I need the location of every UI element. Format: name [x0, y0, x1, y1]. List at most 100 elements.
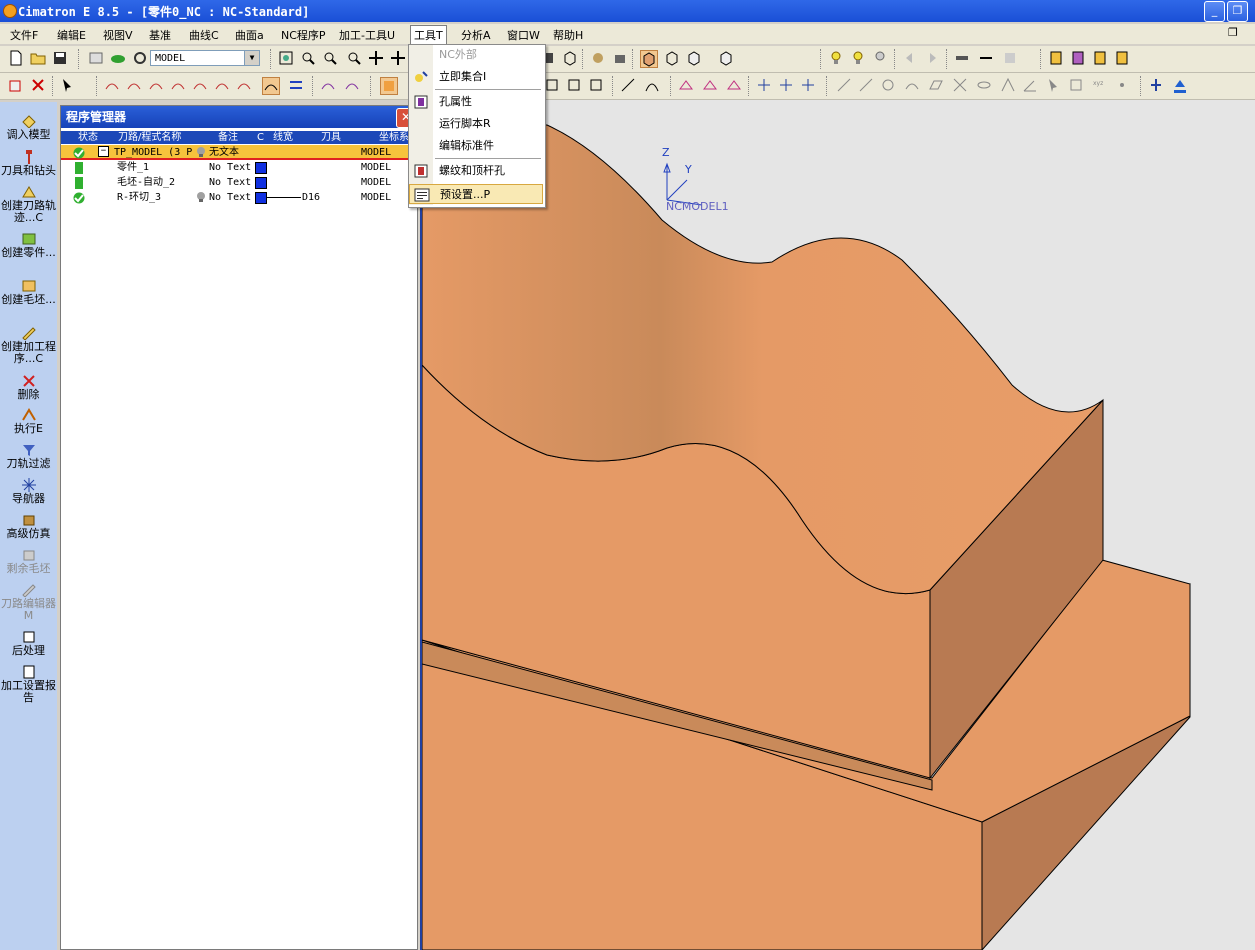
forward-arrow-icon[interactable] [924, 50, 940, 66]
nc-tool-icon[interactable] [380, 77, 398, 95]
tool-4-icon[interactable] [1114, 50, 1130, 66]
column-note[interactable]: 备注 [218, 131, 238, 144]
point-tool-icon[interactable] [1114, 77, 1130, 93]
table-row[interactable]: R-环切_3 No Text D16 MODEL [61, 190, 417, 205]
pan-icon[interactable] [368, 50, 384, 66]
shade-icon[interactable] [612, 50, 628, 66]
sidebar-item-post-process[interactable]: 后处理 [0, 630, 57, 657]
axis-tool-1-icon[interactable] [756, 77, 772, 93]
restore-button[interactable]: ❐ [1227, 1, 1248, 22]
tool-2-icon[interactable] [1070, 50, 1086, 66]
frame-tool-icon[interactable] [1068, 77, 1084, 93]
collapse-toggle[interactable]: − [98, 146, 109, 157]
menu-tools[interactable]: 工具T [410, 25, 447, 45]
solid-tool-1-icon[interactable] [678, 77, 694, 93]
op-tool-1-icon[interactable] [544, 77, 560, 93]
minimize-button[interactable]: _ [1204, 1, 1225, 22]
chevron-down-icon[interactable]: ▼ [244, 51, 259, 65]
menu-file[interactable]: 文件F [10, 27, 38, 43]
light-bulb-on-icon[interactable] [850, 50, 866, 66]
table-row[interactable]: 零件_1 No Text MODEL [61, 160, 417, 175]
op-tool-2-icon[interactable] [566, 77, 582, 93]
sidebar-item-execute[interactable]: 执行E [0, 408, 57, 435]
select-icon[interactable] [60, 77, 76, 93]
color-fill-icon[interactable] [1172, 77, 1188, 93]
table-row[interactable]: − TP_MODEL (3 P 无文本 MODEL [61, 145, 417, 160]
menu-edit[interactable]: 编辑E [57, 27, 86, 43]
swap-icon[interactable] [288, 77, 304, 93]
table-row[interactable]: 毛坯-自动_2 No Text MODEL [61, 175, 417, 190]
color-swatch[interactable] [255, 192, 267, 204]
sidebar-item-navigator[interactable]: 导航器 [0, 478, 57, 505]
curve-tool-6-icon[interactable] [214, 77, 230, 93]
sidebar-item-setup-report[interactable]: 加工设置报告 [0, 665, 57, 704]
highlight-tool-icon[interactable] [262, 77, 280, 95]
menu-view[interactable]: 视图V [103, 27, 133, 43]
layer-icon[interactable] [110, 50, 126, 66]
model-settings-icon[interactable] [132, 50, 148, 66]
view-direction-icon[interactable] [718, 50, 734, 66]
split-tool-icon[interactable] [1148, 77, 1164, 93]
column-c[interactable]: C [257, 131, 264, 144]
sidebar-item-create-procedure[interactable]: 创建加工程序...C [0, 326, 57, 365]
sidebar-item-load-model[interactable]: 调入模型 [0, 114, 57, 141]
zoom-fit-icon[interactable] [278, 50, 294, 66]
surface-tool-2-icon[interactable] [344, 77, 360, 93]
column-coordinate[interactable]: 坐标系 [379, 131, 409, 144]
settings-icon[interactable] [1002, 50, 1018, 66]
menu-item-run-script[interactable]: 运行脚本R [409, 114, 543, 134]
color-swatch[interactable] [255, 177, 267, 189]
curve-tool-2-icon[interactable] [126, 77, 142, 93]
rotate-icon[interactable] [390, 50, 406, 66]
dimension-icon[interactable] [978, 50, 994, 66]
solid-tool-2-icon[interactable] [702, 77, 718, 93]
render-icon[interactable] [590, 50, 606, 66]
menu-help[interactable]: 帮助H [553, 27, 583, 43]
curve-tool-7-icon[interactable] [236, 77, 252, 93]
curve-tool-5-icon[interactable] [192, 77, 208, 93]
arc-tool-icon[interactable] [904, 77, 920, 93]
back-arrow-icon[interactable] [902, 50, 918, 66]
shaded-mode-icon[interactable] [640, 50, 658, 68]
sidebar-item-tools-drills[interactable]: 刀具和钻头 [0, 150, 57, 177]
menu-analysis[interactable]: 分析A [461, 27, 491, 43]
menu-item-preferences[interactable]: 预设置...P [409, 184, 543, 204]
zoom-icon[interactable] [346, 50, 362, 66]
axis-tool-2-icon[interactable] [778, 77, 794, 93]
zoom-dynamic-icon[interactable] [322, 50, 338, 66]
column-name[interactable]: 刀路/程式名称 [118, 131, 181, 144]
cube-view-icon[interactable] [562, 50, 578, 66]
mdi-restore-icon[interactable]: ❐ [1228, 26, 1238, 39]
menu-item-edit-standard-part[interactable]: 编辑标准件 [409, 136, 543, 156]
surface-tool-1-icon[interactable] [320, 77, 336, 93]
plane-tool-icon[interactable] [928, 77, 944, 93]
menu-window[interactable]: 窗口W [507, 27, 540, 43]
menu-curve[interactable]: 曲线C [189, 27, 219, 43]
graphics-viewport[interactable]: Z Y NCMODEL1 [420, 100, 1255, 950]
tool-1-icon[interactable] [1048, 50, 1064, 66]
light-bulb-icon[interactable] [828, 50, 844, 66]
pointer-tool-icon[interactable] [1046, 77, 1062, 93]
menu-nc-program[interactable]: NC程序P [281, 27, 326, 43]
column-linewidth[interactable]: 线宽 [273, 131, 293, 144]
sidebar-item-create-toolpath[interactable]: 创建刀路轨迹...C [0, 185, 57, 224]
hidden-line-icon[interactable] [686, 50, 702, 66]
menu-item-hole-properties[interactable]: 孔属性 [409, 92, 543, 112]
solid-tool-3-icon[interactable] [726, 77, 742, 93]
light-bulb-query-icon[interactable] [872, 50, 888, 66]
column-tool[interactable]: 刀具 [321, 131, 341, 144]
measure-icon[interactable] [954, 50, 970, 66]
cancel-icon[interactable] [30, 77, 46, 93]
op-tool-3-icon[interactable] [588, 77, 604, 93]
sidebar-item-toolpath-filter[interactable]: 刀轨过滤 [0, 443, 57, 470]
column-status[interactable]: 状态 [78, 131, 98, 144]
curve-line-icon[interactable] [644, 77, 660, 93]
curve-tool-3-icon[interactable] [148, 77, 164, 93]
line-tool-icon[interactable] [836, 77, 852, 93]
menu-item-thread-ejector-hole[interactable]: 螺纹和顶杆孔 [409, 161, 543, 181]
curve-tool-1-icon[interactable] [104, 77, 120, 93]
sidebar-item-create-stock[interactable]: 创建毛坯... [0, 279, 57, 306]
hide-tool-icon[interactable] [976, 77, 992, 93]
menu-surface[interactable]: 曲面a [235, 27, 264, 43]
open-folder-icon[interactable] [30, 50, 46, 66]
